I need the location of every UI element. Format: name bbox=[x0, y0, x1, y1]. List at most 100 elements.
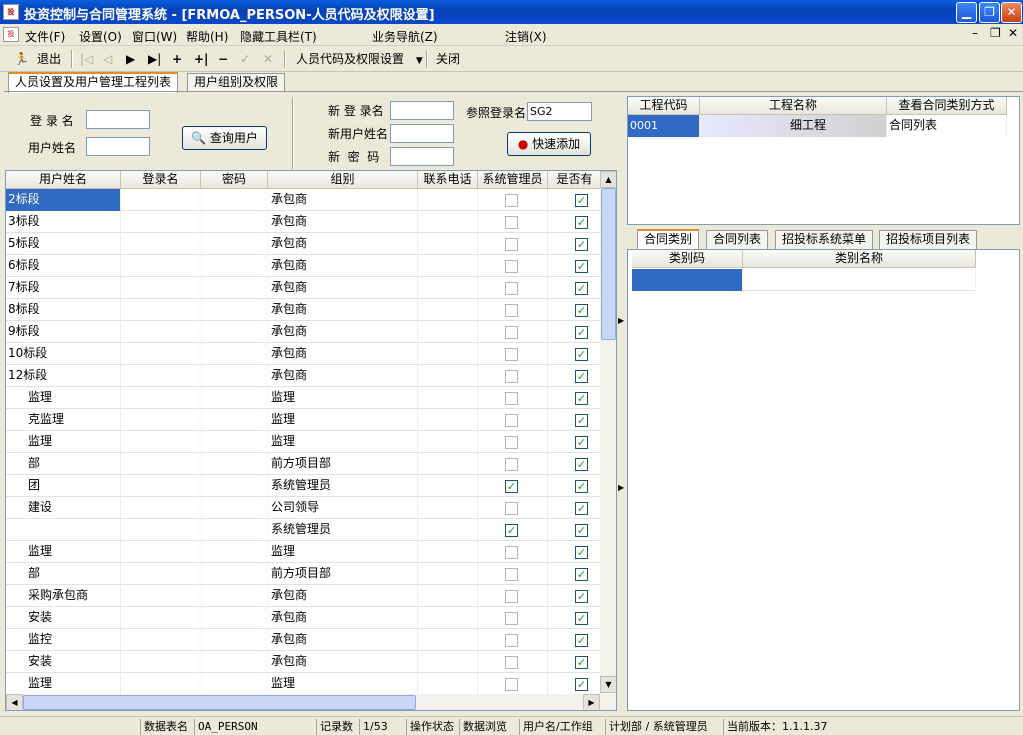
sysadmin-checkbox[interactable]: ✓ bbox=[505, 524, 518, 537]
enabled-checkbox[interactable]: ✓ bbox=[575, 436, 588, 449]
table-row[interactable]: 3标段 承包商 ✓ bbox=[6, 211, 602, 233]
enabled-checkbox[interactable]: ✓ bbox=[575, 524, 588, 537]
table-row[interactable]: 安装 承包商 ✓ bbox=[6, 651, 602, 673]
tab-contract-category[interactable]: 合同类别 bbox=[637, 229, 700, 250]
enabled-checkbox[interactable]: ✓ bbox=[575, 282, 588, 295]
table-row[interactable]: 7标段 承包商 ✓ bbox=[6, 277, 602, 299]
collapse-left-icon[interactable]: ▶ bbox=[618, 483, 624, 492]
menu-help[interactable]: 帮助(H) bbox=[186, 28, 228, 45]
cancel-icon[interactable]: ✕ bbox=[263, 50, 273, 68]
scroll-right-icon[interactable]: ▶ bbox=[583, 694, 600, 710]
sysadmin-checkbox[interactable] bbox=[505, 502, 518, 515]
login-input[interactable] bbox=[86, 110, 150, 129]
tab-user-settings[interactable]: 人员设置及用户管理工程列表 bbox=[8, 72, 179, 93]
tab-contract-list[interactable]: 合同列表 bbox=[706, 230, 769, 249]
enabled-checkbox[interactable]: ✓ bbox=[575, 414, 588, 427]
col-group[interactable]: 组别 bbox=[268, 171, 418, 189]
table-row[interactable]: 克监理 监理 ✓ bbox=[6, 409, 602, 431]
table-row[interactable]: 监理 监理 ✓ bbox=[6, 431, 602, 453]
sysadmin-checkbox[interactable] bbox=[505, 436, 518, 449]
table-row[interactable]: 监理 监理 ✓ bbox=[6, 387, 602, 409]
table-row[interactable]: 12标段 承包商 ✓ bbox=[6, 365, 602, 387]
sysadmin-checkbox[interactable] bbox=[505, 282, 518, 295]
confirm-icon[interactable]: ✓ bbox=[240, 50, 250, 68]
enabled-checkbox[interactable]: ✓ bbox=[575, 656, 588, 669]
ref-login-input[interactable]: SG2 bbox=[527, 102, 592, 121]
sysadmin-checkbox[interactable] bbox=[505, 216, 518, 229]
close-form-button[interactable]: 关闭 bbox=[436, 50, 460, 68]
menu-window[interactable]: 窗口(W) bbox=[132, 28, 177, 45]
table-row[interactable]: 安装 承包商 ✓ bbox=[6, 607, 602, 629]
col-sysadmin[interactable]: 系统管理员 bbox=[478, 171, 548, 189]
menu-file[interactable]: 文件(F) bbox=[25, 28, 65, 45]
new-username-input[interactable] bbox=[390, 124, 454, 143]
table-row[interactable]: 6标段 承包商 ✓ bbox=[6, 255, 602, 277]
prev-record-icon[interactable]: ◁ bbox=[103, 50, 112, 68]
enabled-checkbox[interactable]: ✓ bbox=[575, 238, 588, 251]
sysadmin-checkbox[interactable] bbox=[505, 590, 518, 603]
tab-bidding-projects[interactable]: 招投标项目列表 bbox=[879, 230, 978, 249]
add-record-icon[interactable]: + bbox=[172, 50, 182, 68]
sysadmin-checkbox[interactable] bbox=[505, 634, 518, 647]
table-row[interactable]: 监理 监理 ✓ bbox=[6, 673, 602, 695]
table-row[interactable]: 0001 细工程 合同列表 bbox=[628, 115, 1007, 137]
enabled-checkbox[interactable]: ✓ bbox=[575, 326, 588, 339]
table-row[interactable] bbox=[632, 269, 976, 291]
enabled-checkbox[interactable]: ✓ bbox=[575, 568, 588, 581]
enabled-checkbox[interactable]: ✓ bbox=[575, 392, 588, 405]
table-row[interactable]: 5标段 承包商 ✓ bbox=[6, 233, 602, 255]
exit-button[interactable]: 退出 bbox=[37, 50, 61, 68]
enabled-checkbox[interactable]: ✓ bbox=[575, 678, 588, 691]
table-row[interactable]: 建设 公司领导 ✓ bbox=[6, 497, 602, 519]
col-phone[interactable]: 联系电话 bbox=[418, 171, 478, 189]
enabled-checkbox[interactable]: ✓ bbox=[575, 260, 588, 273]
table-row[interactable]: 2标段 承包商 ✓ bbox=[6, 189, 602, 211]
col-project-name[interactable]: 工程名称 bbox=[700, 97, 887, 115]
table-row[interactable]: 监控 承包商 ✓ bbox=[6, 629, 602, 651]
app-icon[interactable]: 投 bbox=[3, 4, 19, 20]
col-view-mode[interactable]: 查看合同类别方式 bbox=[887, 97, 1007, 115]
quick-add-button[interactable]: ● 快速添加 bbox=[507, 132, 591, 156]
table-row[interactable]: 部 前方项目部 ✓ bbox=[6, 563, 602, 585]
delete-record-icon[interactable]: − bbox=[218, 50, 228, 68]
vertical-scrollbar[interactable]: ▲ ▼ bbox=[600, 171, 616, 694]
sysadmin-checkbox[interactable]: ✓ bbox=[505, 480, 518, 493]
query-user-button[interactable]: 🔍 查询用户 bbox=[182, 126, 267, 150]
horizontal-scrollbar[interactable]: ◀ ▶ bbox=[6, 694, 616, 710]
sysadmin-checkbox[interactable] bbox=[505, 348, 518, 361]
enabled-checkbox[interactable]: ✓ bbox=[575, 348, 588, 361]
mdi-icon[interactable]: 投 bbox=[3, 27, 19, 42]
scroll-left-icon[interactable]: ◀ bbox=[6, 694, 23, 710]
sysadmin-checkbox[interactable] bbox=[505, 370, 518, 383]
sysadmin-checkbox[interactable] bbox=[505, 414, 518, 427]
username-input[interactable] bbox=[86, 137, 150, 156]
menu-hide-toolbar[interactable]: 隐藏工具栏(T) bbox=[240, 28, 317, 45]
sysadmin-checkbox[interactable] bbox=[505, 678, 518, 691]
table-row[interactable]: 采购承包商 承包商 ✓ bbox=[6, 585, 602, 607]
tab-bidding-menu[interactable]: 招投标系统菜单 bbox=[775, 230, 874, 249]
menu-business-nav[interactable]: 业务导航(Z) bbox=[372, 28, 438, 45]
col-password[interactable]: 密码 bbox=[201, 171, 268, 189]
enabled-checkbox[interactable]: ✓ bbox=[575, 590, 588, 603]
table-row[interactable]: 监理 监理 ✓ bbox=[6, 541, 602, 563]
table-row[interactable]: 团 系统管理员 ✓ ✓ bbox=[6, 475, 602, 497]
col-project-code[interactable]: 工程代码 bbox=[628, 97, 700, 115]
enabled-checkbox[interactable]: ✓ bbox=[575, 194, 588, 207]
sysadmin-checkbox[interactable] bbox=[505, 568, 518, 581]
splitter[interactable]: ▶ ▶ bbox=[617, 96, 627, 712]
scroll-down-icon[interactable]: ▼ bbox=[600, 676, 616, 693]
enabled-checkbox[interactable]: ✓ bbox=[575, 458, 588, 471]
new-login-input[interactable] bbox=[390, 101, 454, 120]
table-row[interactable]: 9标段 承包商 ✓ bbox=[6, 321, 602, 343]
sysadmin-checkbox[interactable] bbox=[505, 656, 518, 669]
col-category-name[interactable]: 类别名称 bbox=[743, 250, 976, 268]
sysadmin-checkbox[interactable] bbox=[505, 326, 518, 339]
sysadmin-checkbox[interactable] bbox=[505, 304, 518, 317]
mdi-minimize-icon[interactable]: – bbox=[972, 26, 978, 40]
tab-user-groups[interactable]: 用户组别及权限 bbox=[187, 73, 286, 92]
enabled-checkbox[interactable]: ✓ bbox=[575, 634, 588, 647]
hscroll-thumb[interactable] bbox=[23, 695, 416, 710]
col-category-code[interactable]: 类别码 bbox=[632, 250, 743, 268]
new-password-input[interactable] bbox=[390, 147, 454, 166]
mdi-close-icon[interactable]: ✕ bbox=[1008, 26, 1018, 40]
